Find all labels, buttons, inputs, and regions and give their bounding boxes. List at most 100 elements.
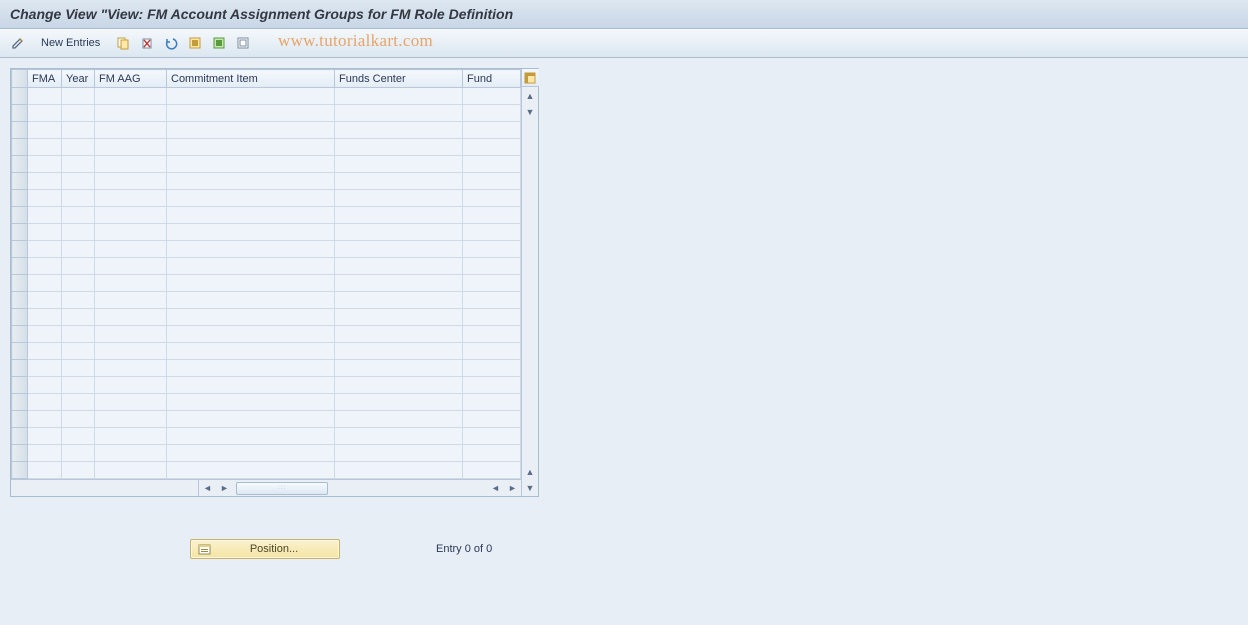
row-selector[interactable] [12,411,28,428]
row-selector[interactable] [12,224,28,241]
table-row[interactable] [12,428,521,445]
cell[interactable] [28,224,62,241]
cell[interactable] [167,258,335,275]
cell[interactable] [167,326,335,343]
cell[interactable] [167,207,335,224]
table-row[interactable] [12,224,521,241]
cell[interactable] [28,343,62,360]
cell[interactable] [28,207,62,224]
cell[interactable] [95,173,167,190]
table-row[interactable] [12,360,521,377]
table-row[interactable] [12,105,521,122]
cell[interactable] [167,156,335,173]
cell[interactable] [95,292,167,309]
cell[interactable] [463,292,521,309]
cell[interactable] [28,88,62,105]
cell[interactable] [167,105,335,122]
cell[interactable] [167,445,335,462]
row-selector[interactable] [12,139,28,156]
cell[interactable] [167,462,335,479]
cell[interactable] [95,445,167,462]
row-selector[interactable] [12,156,28,173]
col-header-fmaag[interactable]: FM AAG [95,70,167,88]
cell[interactable] [335,292,463,309]
cell[interactable] [335,88,463,105]
vertical-scrollbar[interactable]: ▲ ▼ ▲ ▼ [521,69,538,496]
cell[interactable] [167,292,335,309]
cell[interactable] [28,105,62,122]
cell[interactable] [335,445,463,462]
row-selector[interactable] [12,275,28,292]
cell[interactable] [335,173,463,190]
cell[interactable] [62,411,95,428]
cell[interactable] [62,275,95,292]
row-selector[interactable] [12,258,28,275]
row-selector[interactable] [12,122,28,139]
table-row[interactable] [12,275,521,292]
cell[interactable] [167,190,335,207]
cell[interactable] [335,360,463,377]
cell[interactable] [95,343,167,360]
cell[interactable] [62,343,95,360]
table-row[interactable] [12,411,521,428]
cell[interactable] [95,139,167,156]
cell[interactable] [335,190,463,207]
cell[interactable] [335,258,463,275]
cell[interactable] [463,360,521,377]
horizontal-scrollbar[interactable]: ◄ ► ::: ◄ ► [11,479,521,496]
scroll-right-icon[interactable]: ► [505,481,520,496]
cell[interactable] [28,309,62,326]
cell[interactable] [463,105,521,122]
cell[interactable] [167,309,335,326]
delete-icon[interactable] [137,33,157,53]
cell[interactable] [167,343,335,360]
cell[interactable] [95,224,167,241]
cell[interactable] [335,462,463,479]
col-header-fma[interactable]: FMA [28,70,62,88]
cell[interactable] [62,173,95,190]
cell[interactable] [335,343,463,360]
cell[interactable] [463,394,521,411]
cell[interactable] [463,275,521,292]
undo-icon[interactable] [161,33,181,53]
row-selector[interactable] [12,445,28,462]
cell[interactable] [335,394,463,411]
cell[interactable] [62,462,95,479]
cell[interactable] [335,105,463,122]
cell[interactable] [28,156,62,173]
cell[interactable] [28,377,62,394]
cell[interactable] [95,258,167,275]
table-row[interactable] [12,309,521,326]
row-selector[interactable] [12,105,28,122]
row-selector-header[interactable] [12,70,28,88]
cell[interactable] [463,326,521,343]
cell[interactable] [28,275,62,292]
cell[interactable] [95,156,167,173]
select-block-icon[interactable] [209,33,229,53]
cell[interactable] [28,326,62,343]
cell[interactable] [463,207,521,224]
row-selector[interactable] [12,190,28,207]
table-row[interactable] [12,122,521,139]
row-selector[interactable] [12,326,28,343]
cell[interactable] [62,445,95,462]
table-row[interactable] [12,173,521,190]
cell[interactable] [28,411,62,428]
cell[interactable] [62,394,95,411]
row-selector[interactable] [12,173,28,190]
select-all-icon[interactable] [185,33,205,53]
row-selector[interactable] [12,360,28,377]
scroll-up-icon[interactable]: ▲ [523,88,538,103]
cell[interactable] [28,173,62,190]
cell[interactable] [95,377,167,394]
cell[interactable] [335,309,463,326]
table-row[interactable] [12,139,521,156]
cell[interactable] [28,258,62,275]
table-row[interactable] [12,258,521,275]
scroll-down-icon[interactable]: ▼ [523,480,538,495]
cell[interactable] [95,122,167,139]
cell[interactable] [167,275,335,292]
cell[interactable] [62,88,95,105]
table-row[interactable] [12,190,521,207]
cell[interactable] [62,156,95,173]
